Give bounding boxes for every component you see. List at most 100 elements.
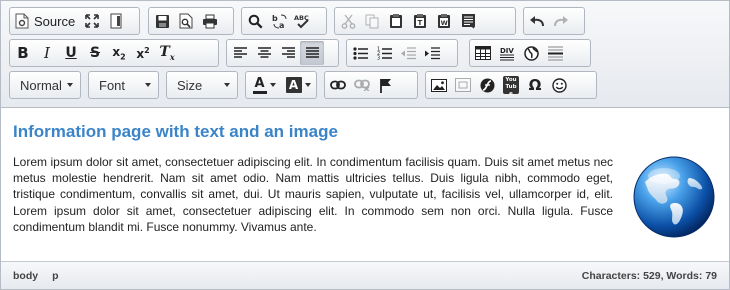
- save-group: [148, 7, 234, 35]
- link-button[interactable]: [326, 73, 350, 97]
- paste-icon: [390, 14, 402, 28]
- bold-button[interactable]: B: [11, 41, 35, 65]
- size-combo-value: Size: [177, 77, 203, 93]
- paste-button[interactable]: [384, 9, 408, 33]
- justify-button[interactable]: [300, 41, 324, 65]
- redo-icon: [554, 16, 568, 27]
- path-item-body[interactable]: body: [13, 270, 38, 282]
- document-group: Source: [9, 7, 140, 35]
- cut-button[interactable]: [336, 9, 360, 33]
- undo-button[interactable]: [525, 9, 549, 33]
- anchor-button[interactable]: [374, 73, 398, 97]
- superscript-icon: x2: [136, 45, 150, 61]
- templates-button[interactable]: [456, 9, 480, 33]
- format-combo-value: Normal: [20, 77, 62, 93]
- align-right-button[interactable]: [276, 41, 300, 65]
- insert-media-group: You Tube Ω: [425, 71, 597, 99]
- div-icon: DIV: [500, 47, 514, 61]
- horizontal-line-icon: [547, 46, 563, 60]
- language-button[interactable]: [519, 41, 543, 65]
- superscript-button[interactable]: x2: [131, 41, 155, 65]
- paste-text-button[interactable]: T: [408, 9, 432, 33]
- path-item-p[interactable]: p: [52, 270, 58, 282]
- element-path: body p: [13, 270, 59, 282]
- globe-image[interactable]: [631, 154, 717, 240]
- special-char-icon: Ω: [528, 76, 542, 94]
- media-embed-button[interactable]: [451, 73, 475, 97]
- align-center-icon: [257, 47, 271, 58]
- copy-icon: [365, 14, 378, 28]
- word-count: Characters: 529, Words: 79: [581, 269, 717, 282]
- special-char-button[interactable]: Ω: [523, 73, 547, 97]
- find-button[interactable]: [243, 9, 267, 33]
- align-left-button[interactable]: [228, 41, 252, 65]
- bulleted-list-button[interactable]: [348, 41, 372, 65]
- replace-icon: b a: [272, 14, 286, 30]
- svg-text:W: W: [441, 19, 448, 27]
- image-icon: [431, 78, 447, 92]
- paste-word-button[interactable]: W: [432, 9, 456, 33]
- text-color-button[interactable]: A: [247, 73, 281, 97]
- subscript-icon: x2: [112, 44, 126, 62]
- copy-button[interactable]: [360, 9, 384, 33]
- replace-button[interactable]: b a: [267, 9, 291, 33]
- svg-text:3: 3: [377, 56, 380, 61]
- svg-text:T: T: [418, 19, 423, 27]
- indent-icon: [424, 46, 440, 59]
- underline-icon: U: [65, 45, 77, 61]
- preview-button[interactable]: [174, 9, 198, 33]
- link-icon: [330, 80, 346, 90]
- editor-content-area[interactable]: Information page with text and an image …: [1, 108, 729, 261]
- spellcheck-icon: ABC: [294, 14, 309, 28]
- format-combo[interactable]: Normal: [9, 71, 81, 99]
- font-combo[interactable]: Font: [88, 71, 159, 99]
- bold-icon: B: [17, 44, 29, 62]
- flash-button[interactable]: [475, 73, 499, 97]
- chevron-down-icon: [224, 83, 230, 87]
- font-combo-value: Font: [99, 77, 126, 93]
- find-group: b a ABC: [241, 7, 327, 35]
- italic-icon: I: [44, 44, 50, 62]
- table-button[interactable]: [471, 41, 495, 65]
- rich-text-editor: Source b a ABC T W B I U S x2 x2 Tx 1 2 …: [0, 0, 730, 290]
- source-button[interactable]: Source: [11, 9, 80, 33]
- maximize-button[interactable]: [80, 9, 104, 33]
- numbered-list-icon: 1 2 3: [377, 47, 392, 61]
- chevron-down-icon: [269, 83, 276, 87]
- unlink-button[interactable]: [350, 73, 374, 97]
- align-left-icon: [233, 47, 247, 58]
- background-color-button[interactable]: A: [281, 73, 315, 97]
- youtube-button[interactable]: You Tube: [499, 73, 523, 97]
- numbered-list-button[interactable]: 1 2 3: [372, 41, 396, 65]
- spellcheck-button[interactable]: ABC: [291, 9, 315, 33]
- text-color-icon: A: [252, 76, 267, 94]
- underline-button[interactable]: U: [59, 41, 83, 65]
- toolbar-row-3: Normal Font Size A A You Tube Ω: [9, 71, 729, 103]
- indent-button[interactable]: [420, 41, 444, 65]
- undo-icon: [530, 16, 544, 27]
- redo-button[interactable]: [549, 9, 573, 33]
- outdent-button[interactable]: [396, 41, 420, 65]
- print-button[interactable]: [198, 9, 222, 33]
- save-button[interactable]: [150, 9, 174, 33]
- outdent-icon: [400, 46, 416, 59]
- youtube-icon: You Tube: [503, 76, 519, 97]
- unlink-icon: [354, 79, 370, 91]
- italic-button[interactable]: I: [35, 41, 59, 65]
- language-icon: [523, 45, 539, 61]
- div-button[interactable]: DIV: [495, 41, 519, 65]
- colors-group: A A: [245, 71, 317, 99]
- templates-icon: [461, 14, 475, 29]
- show-blocks-button[interactable]: [104, 9, 128, 33]
- smiley-button[interactable]: [547, 73, 571, 97]
- horizontal-line-button[interactable]: [543, 41, 567, 65]
- remove-format-button[interactable]: Tx: [155, 41, 179, 65]
- toolbar-row-1: Source b a ABC T W: [9, 7, 729, 39]
- subscript-button[interactable]: x2: [107, 41, 131, 65]
- toolbar-row-2: B I U S x2 x2 Tx 1 2 3 DIV: [9, 39, 729, 71]
- strikethrough-button[interactable]: S: [83, 41, 107, 65]
- size-combo[interactable]: Size: [166, 71, 238, 99]
- image-button[interactable]: [427, 73, 451, 97]
- svg-text:b: b: [272, 14, 278, 23]
- align-center-button[interactable]: [252, 41, 276, 65]
